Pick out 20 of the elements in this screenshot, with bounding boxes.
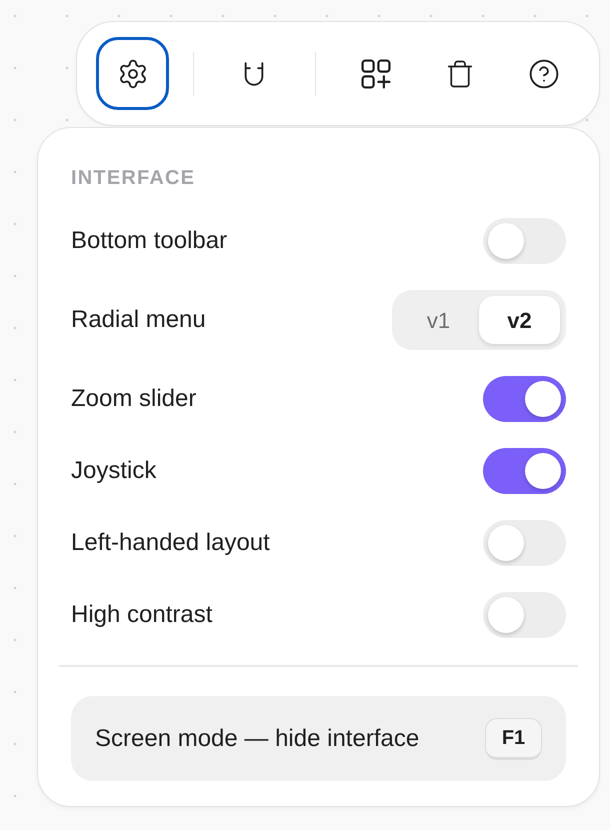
segment-option[interactable]: v2 [479, 296, 560, 344]
segment-option[interactable]: v1 [398, 296, 479, 344]
toggle-switch[interactable] [483, 448, 566, 494]
toggle-switch[interactable] [483, 218, 566, 264]
toggle-switch[interactable] [483, 592, 566, 638]
setting-label: Left-handed layout [71, 528, 270, 558]
shortcut-key: F1 [485, 718, 542, 760]
squares-plus-icon [360, 58, 390, 88]
settings-button[interactable] [96, 37, 169, 110]
setting-label: Radial menu [71, 305, 206, 335]
toggle-switch[interactable] [483, 376, 566, 422]
setting-label: Joystick [71, 456, 156, 486]
setting-label: Bottom toolbar [71, 226, 228, 256]
section-heading: INTERFACE [71, 166, 196, 190]
screen-mode-button[interactable]: Screen mode — hide interface F1 [71, 696, 566, 781]
help-icon [528, 58, 560, 90]
magnet-icon [244, 60, 264, 86]
setting-label: Zoom slider [71, 384, 196, 414]
toggle-switch[interactable] [483, 520, 566, 566]
setting-label: High contrast [71, 600, 212, 630]
